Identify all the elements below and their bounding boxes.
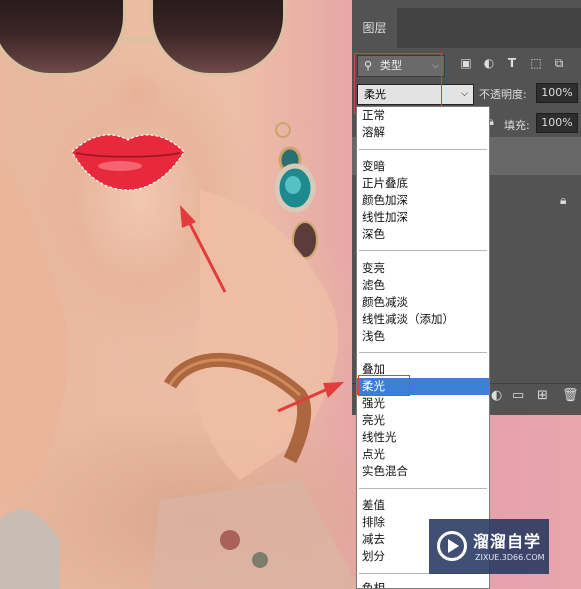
menu-item-normal[interactable]: 正常 xyxy=(357,107,489,124)
menu-separator xyxy=(359,352,487,353)
trash-icon[interactable]: 🗑︎ xyxy=(562,388,579,403)
menu-item-color-burn[interactable]: 颜色加深 xyxy=(357,192,489,209)
menu-separator xyxy=(359,149,487,150)
watermark-url: ZIXUE.3D66.COM xyxy=(475,553,545,562)
annotation-box-blend-select xyxy=(354,53,442,114)
left-hand xyxy=(0,160,69,500)
menu-item-linear-burn[interactable]: 线性加深 xyxy=(357,209,489,226)
watermark-title: 溜溜自学 xyxy=(473,532,542,551)
menu-separator xyxy=(359,488,487,489)
lock-icon: 🔒︎ xyxy=(560,193,567,207)
menu-item-color-dodge[interactable]: 颜色减淡 xyxy=(357,294,489,311)
new-layer-icon[interactable]: ⊞ xyxy=(537,388,548,403)
menu-item-hard-mix[interactable]: 实色混合 xyxy=(357,463,489,480)
fill-label: 填充: xyxy=(504,119,530,132)
menu-item-difference[interactable]: 差值 xyxy=(357,497,489,514)
type-filter-icon[interactable]: T xyxy=(504,55,520,71)
blend-mode-menu: 正常 溶解 变暗 正片叠底 颜色加深 线性加深 深色 变亮 滤色 颜色减淡 线性… xyxy=(356,106,490,589)
menu-item-linear-dodge[interactable]: 线性减淡（添加） xyxy=(357,311,489,328)
opacity-input[interactable]: 100% xyxy=(536,83,578,103)
adjustment-layer-icon[interactable]: ◐ xyxy=(491,388,502,403)
shape-filter-icon[interactable]: ⬚ xyxy=(528,55,544,71)
tab-layers[interactable]: 图层 xyxy=(352,8,397,48)
adjustment-filter-icon[interactable]: ◐ xyxy=(481,55,497,71)
menu-item-darker-color[interactable]: 深色 xyxy=(357,226,489,243)
menu-item-lighter-color[interactable]: 浅色 xyxy=(357,328,489,345)
smart-object-filter-icon[interactable]: ⧉ xyxy=(551,55,567,71)
jewel-bracelet-bottom xyxy=(0,509,60,589)
menu-item-lighten[interactable]: 变亮 xyxy=(357,260,489,277)
menu-item-hue[interactable]: 色相 xyxy=(357,580,489,588)
menu-item-dissolve[interactable]: 溶解 xyxy=(357,124,489,141)
watermark: 溜溜自学 ZIXUE.3D66.COM xyxy=(429,519,549,574)
menu-item-multiply[interactable]: 正片叠底 xyxy=(357,175,489,192)
menu-separator xyxy=(359,250,487,251)
annotation-box-soft-light xyxy=(358,375,410,396)
menu-item-vivid-light[interactable]: 亮光 xyxy=(357,412,489,429)
menu-item-darken[interactable]: 变暗 xyxy=(357,158,489,175)
watermark-play-icon xyxy=(437,531,467,561)
menu-item-pin-light[interactable]: 点光 xyxy=(357,446,489,463)
folder-icon[interactable]: ▭ xyxy=(512,388,524,403)
menu-item-linear-light[interactable]: 线性光 xyxy=(357,429,489,446)
lips-highlight xyxy=(98,161,142,171)
opacity-label: 不透明度: xyxy=(479,88,527,101)
fill-input[interactable]: 100% xyxy=(536,113,578,133)
menu-item-hard-light[interactable]: 强光 xyxy=(357,395,489,412)
clothing xyxy=(150,480,360,589)
image-filter-icon[interactable]: ▣ xyxy=(458,55,474,71)
menu-item-screen[interactable]: 滤色 xyxy=(357,277,489,294)
chevron-down-icon: ⌵ xyxy=(461,89,468,99)
